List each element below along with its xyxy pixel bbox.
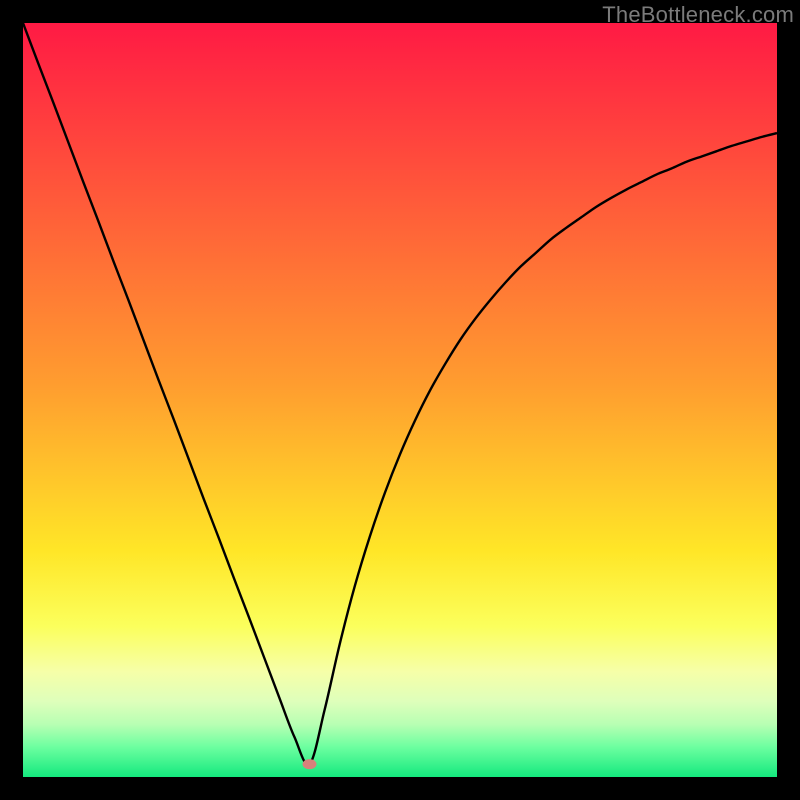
watermark-text: TheBottleneck.com bbox=[602, 2, 794, 28]
gradient-background bbox=[23, 23, 777, 777]
chart-stage: TheBottleneck.com bbox=[0, 0, 800, 800]
bottleneck-chart-svg bbox=[23, 23, 777, 777]
plot-area bbox=[23, 23, 777, 777]
optimal-point-marker bbox=[303, 759, 317, 769]
